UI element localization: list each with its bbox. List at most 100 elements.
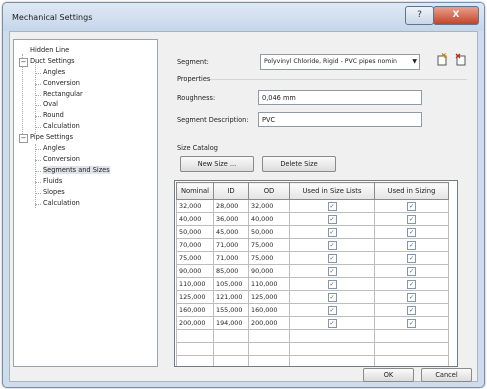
table-row[interactable]: 32,000 28,000 32,000 ✓ ✓ <box>176 199 449 213</box>
table-checkbox-cell[interactable]: ✓ <box>289 303 375 317</box>
table-checkbox-cell[interactable]: ✓ <box>289 225 375 239</box>
table-checkbox-cell[interactable]: ✓ <box>374 212 449 226</box>
help-button[interactable]: ? <box>405 6 434 25</box>
tree-connector <box>35 204 41 205</box>
column-header[interactable]: Used in Size Lists <box>289 182 375 200</box>
table-cell: 160,000 <box>176 303 214 317</box>
column-header[interactable]: OD <box>248 182 290 200</box>
checkmark-icon[interactable]: ✓ <box>407 240 416 250</box>
checkmark-icon[interactable]: ✓ <box>407 292 416 302</box>
tree-item-pipe-conversion[interactable]: Conversion <box>43 155 80 163</box>
tree-connector <box>35 95 41 96</box>
checkmark-icon[interactable]: ✓ <box>327 266 337 276</box>
tree-item-duct-calculation[interactable]: Calculation <box>43 122 80 130</box>
table-checkbox-cell[interactable]: ✓ <box>374 238 449 252</box>
tree-item-duct-angles[interactable]: Angles <box>43 68 65 76</box>
ok-button[interactable]: OK <box>363 368 414 382</box>
delete-size-button[interactable]: Delete Size <box>262 156 336 172</box>
checkmark-icon[interactable]: ✓ <box>327 279 337 289</box>
checkmark-icon[interactable]: ✓ <box>327 292 337 302</box>
new-segment-icon[interactable] <box>435 52 449 67</box>
table-checkbox-cell[interactable]: ✓ <box>289 251 375 265</box>
title-bar[interactable]: Mechanical Settings ? X <box>3 3 484 31</box>
column-header[interactable]: Used in Sizing <box>374 182 449 200</box>
table-row[interactable] <box>176 329 449 343</box>
checkmark-icon[interactable]: ✓ <box>407 201 416 211</box>
tree-expander-icon[interactable]: − <box>19 134 28 143</box>
checkmark-icon[interactable]: ✓ <box>407 318 416 328</box>
tree-item-duct-settings[interactable]: Duct Settings <box>30 57 75 65</box>
checkmark-icon[interactable]: ✓ <box>407 305 416 315</box>
size-catalog-heading: Size Catalog <box>177 144 218 152</box>
checkmark-icon[interactable]: ✓ <box>407 227 416 237</box>
table-row[interactable]: 50,000 45,000 50,000 ✓ ✓ <box>176 225 449 239</box>
tree-item-duct-oval[interactable]: Oval <box>43 100 58 108</box>
table-checkbox-cell[interactable]: ✓ <box>289 238 375 252</box>
checkmark-icon[interactable]: ✓ <box>327 214 337 224</box>
tree-item-pipe-fluids[interactable]: Fluids <box>43 177 62 185</box>
empty-cell <box>248 329 290 343</box>
table-row[interactable]: 110,000 105,000 110,000 ✓ ✓ <box>176 277 449 291</box>
table-row[interactable]: 90,000 85,000 90,000 ✓ ✓ <box>176 264 449 278</box>
table-checkbox-cell[interactable]: ✓ <box>374 303 449 317</box>
table-checkbox-cell[interactable]: ✓ <box>289 199 375 213</box>
tree-item-duct-round[interactable]: Round <box>43 111 64 119</box>
segment-label: Segment: <box>177 58 209 66</box>
table-row[interactable]: 125,000 121,000 125,000 ✓ ✓ <box>176 290 449 304</box>
table-checkbox-cell[interactable]: ✓ <box>374 225 449 239</box>
table-row[interactable]: 75,000 71,000 75,000 ✓ ✓ <box>176 251 449 265</box>
tree-expander-icon[interactable]: − <box>19 58 28 67</box>
tree-item-pipe-calculation[interactable]: Calculation <box>43 199 80 207</box>
checkmark-icon[interactable]: ✓ <box>327 305 337 315</box>
table-row[interactable]: 40,000 36,000 40,000 ✓ ✓ <box>176 212 449 226</box>
checkmark-icon[interactable]: ✓ <box>407 214 416 224</box>
close-button[interactable]: X <box>433 6 479 25</box>
table-checkbox-cell[interactable]: ✓ <box>374 264 449 278</box>
table-row[interactable]: 200,000 194,000 200,000 ✓ ✓ <box>176 316 449 330</box>
table-checkbox-cell[interactable]: ✓ <box>289 290 375 304</box>
cancel-button[interactable]: Cancel <box>421 368 472 382</box>
table-cell: 45,000 <box>213 225 249 239</box>
tree-connector <box>35 144 36 208</box>
tree-item-duct-rectangular[interactable]: Rectangular <box>43 90 83 98</box>
size-table: Nominal ID OD Used in Size Lists Used in Siz… <box>176 182 449 366</box>
checkmark-icon[interactable]: ✓ <box>407 279 416 289</box>
checkmark-icon[interactable]: ✓ <box>407 266 416 276</box>
window-title: Mechanical Settings <box>12 13 93 22</box>
table-checkbox-cell[interactable]: ✓ <box>289 316 375 330</box>
tree-item-duct-conversion[interactable]: Conversion <box>43 79 80 87</box>
table-checkbox-cell[interactable]: ✓ <box>374 251 449 265</box>
table-row[interactable]: 160,000 155,000 160,000 ✓ ✓ <box>176 303 449 317</box>
table-checkbox-cell[interactable]: ✓ <box>374 277 449 291</box>
segment-dropdown[interactable]: Polyvinyl Chloride, Rigid - PVC pipes no… <box>260 54 420 70</box>
settings-tree[interactable]: Hidden Line − Duct Settings Angles Conversio… <box>13 39 158 367</box>
table-checkbox-cell[interactable]: ✓ <box>374 316 449 330</box>
tree-item-hidden-line[interactable]: Hidden Line <box>30 46 69 54</box>
checkmark-icon[interactable]: ✓ <box>327 318 337 328</box>
column-header[interactable]: Nominal <box>176 182 214 200</box>
roughness-input[interactable]: 0,046 mm <box>258 90 422 105</box>
table-checkbox-cell[interactable]: ✓ <box>289 277 375 291</box>
checkmark-icon[interactable]: ✓ <box>327 240 337 250</box>
tree-item-pipe-angles[interactable]: Angles <box>43 144 65 152</box>
empty-cell <box>213 342 249 356</box>
tree-item-pipe-slopes[interactable]: Slopes <box>43 188 65 196</box>
table-row[interactable] <box>176 342 449 356</box>
checkmark-icon[interactable]: ✓ <box>327 253 337 263</box>
table-checkbox-cell[interactable]: ✓ <box>374 290 449 304</box>
new-size-button[interactable]: New Size ... <box>180 156 254 172</box>
table-checkbox-cell[interactable]: ✓ <box>374 199 449 213</box>
tree-item-pipe-settings[interactable]: Pipe Settings <box>30 133 73 141</box>
table-checkbox-cell[interactable]: ✓ <box>289 212 375 226</box>
checkmark-icon[interactable]: ✓ <box>327 227 337 237</box>
table-checkbox-cell[interactable]: ✓ <box>289 264 375 278</box>
checkmark-icon[interactable]: ✓ <box>327 201 337 211</box>
column-header[interactable]: ID <box>213 182 249 200</box>
segment-value: Polyvinyl Chloride, Rigid - PVC pipes no… <box>264 58 397 65</box>
tree-item-pipe-segments-and-sizes[interactable]: Segments and Sizes <box>43 166 110 174</box>
delete-segment-icon[interactable] <box>454 53 468 67</box>
table-row[interactable]: 70,000 71,000 75,000 ✓ ✓ <box>176 238 449 252</box>
segment-description-input[interactable]: PVC <box>258 112 422 127</box>
table-row[interactable] <box>176 355 449 366</box>
checkmark-icon[interactable]: ✓ <box>407 253 416 263</box>
